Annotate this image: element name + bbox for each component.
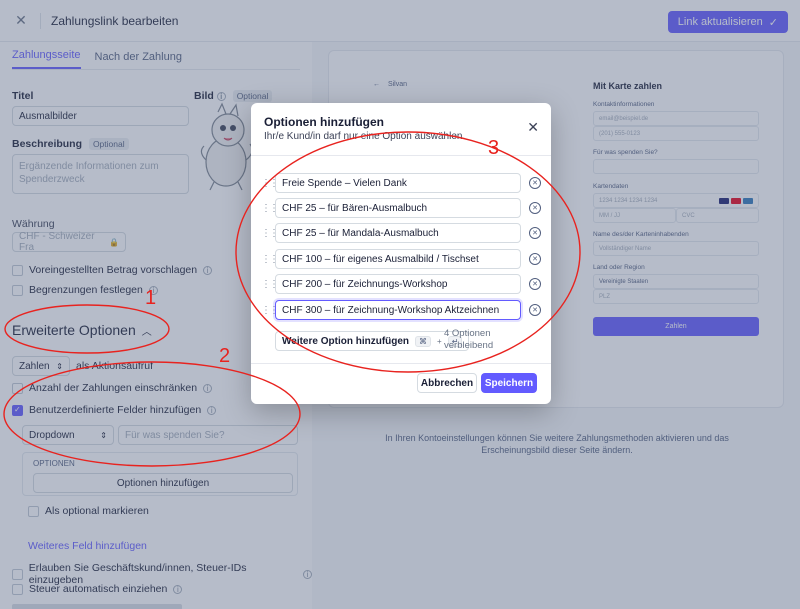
drag-handle-icon[interactable]: ⋮⋮ <box>261 228 279 239</box>
option-input[interactable]: CHF 100 – für eigenes Ausmalbild / Tisch… <box>275 249 521 269</box>
cancel-button[interactable]: Abbrechen <box>417 373 477 393</box>
dialog-subtitle: Ihr/e Kund/in darf nur eine Option auswä… <box>264 131 466 142</box>
option-input[interactable]: CHF 25 – für Mandala-Ausmalbuch <box>275 223 521 243</box>
remaining-count: 4 Optionen <box>444 328 491 339</box>
remove-option-icon[interactable]: ✕ <box>529 177 541 189</box>
save-button[interactable]: Speichern <box>481 373 537 393</box>
option-row: ⋮⋮ CHF 25 – für Bären-Ausmalbuch ✕ <box>261 198 543 218</box>
option-row: ⋮⋮ CHF 300 – für Zeichnung-Workshop Aktz… <box>261 300 543 320</box>
option-row: ⋮⋮ CHF 200 – für Zeichnungs-Workshop ✕ <box>261 274 543 294</box>
divider <box>251 363 551 364</box>
shortcut-plus: + <box>437 336 442 346</box>
option-input[interactable]: Freie Spende – Vielen Dank <box>275 173 521 193</box>
option-row: ⋮⋮ CHF 100 – für eigenes Ausmalbild / Ti… <box>261 249 543 269</box>
drag-handle-icon[interactable]: ⋮⋮ <box>261 254 279 265</box>
option-input[interactable]: CHF 25 – für Bären-Ausmalbuch <box>275 198 521 218</box>
command-key-icon: ⌘ <box>415 335 432 347</box>
drag-handle-icon[interactable]: ⋮⋮ <box>261 279 279 290</box>
remove-option-icon[interactable]: ✕ <box>529 304 541 316</box>
add-option-button[interactable]: Weitere Option hinzufügen ⌘ + ↵ <box>275 331 470 351</box>
remaining-options: 4 Optionen verbleibend <box>444 328 493 352</box>
dialog-title: Optionen hinzufügen <box>264 115 384 129</box>
option-row: ⋮⋮ Freie Spende – Vielen Dank ✕ <box>261 173 543 193</box>
add-option-label: Weitere Option hinzufügen <box>282 335 410 347</box>
option-input-focused[interactable]: CHF 300 – für Zeichnung-Workshop Aktzeic… <box>275 300 521 320</box>
remove-option-icon[interactable]: ✕ <box>529 227 541 239</box>
remove-option-icon[interactable]: ✕ <box>529 253 541 265</box>
drag-handle-icon[interactable]: ⋮⋮ <box>261 203 279 214</box>
remove-option-icon[interactable]: ✕ <box>529 202 541 214</box>
drag-handle-icon[interactable]: ⋮⋮ <box>261 178 279 189</box>
option-input[interactable]: CHF 200 – für Zeichnungs-Workshop <box>275 274 521 294</box>
add-options-dialog: Optionen hinzufügen Ihr/e Kund/in darf n… <box>251 103 551 404</box>
remove-option-icon[interactable]: ✕ <box>529 278 541 290</box>
close-icon[interactable]: ✕ <box>527 119 539 136</box>
drag-handle-icon[interactable]: ⋮⋮ <box>261 305 279 316</box>
divider <box>251 155 551 156</box>
option-row: ⋮⋮ CHF 25 – für Mandala-Ausmalbuch ✕ <box>261 223 543 243</box>
remaining-text: verbleibend <box>444 340 494 351</box>
